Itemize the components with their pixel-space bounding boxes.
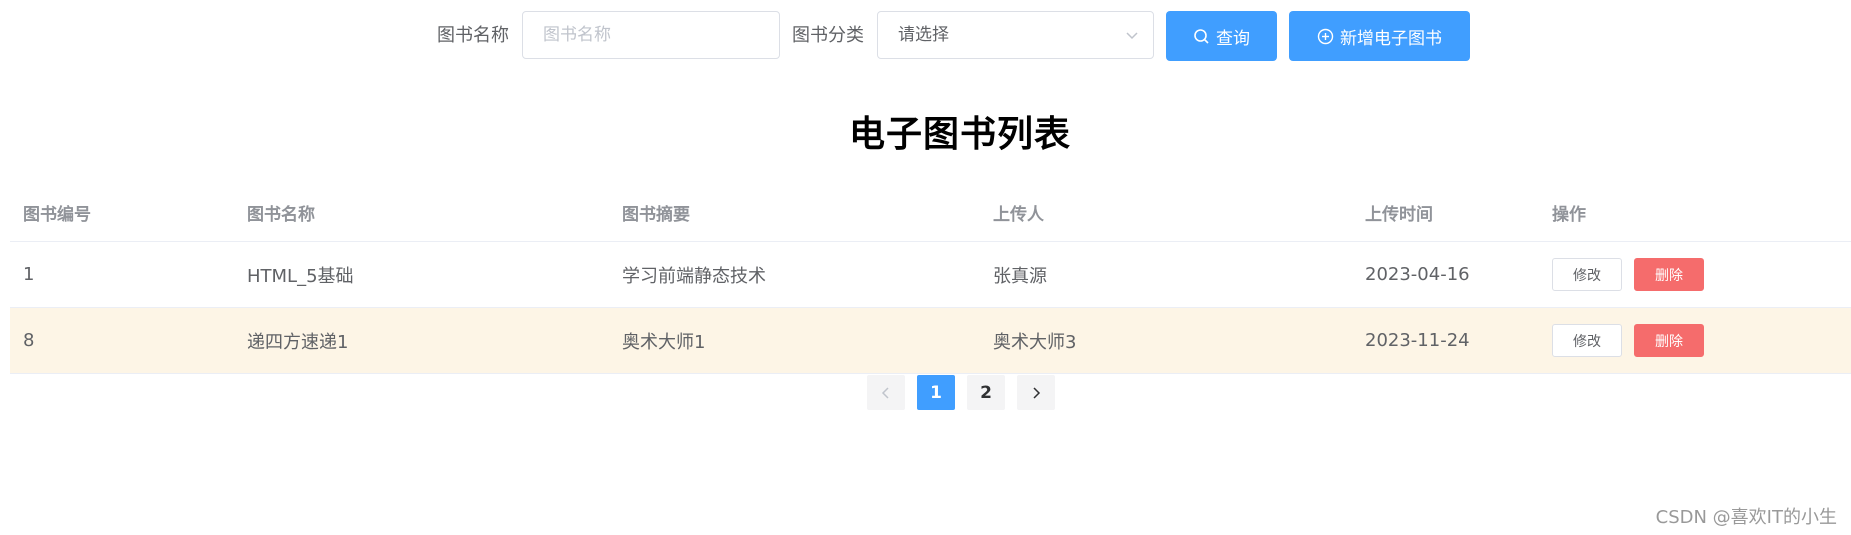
chevron-right-icon <box>1033 386 1041 399</box>
cell-summary: 学习前端静态技术 <box>622 265 766 287</box>
add-ebook-button[interactable]: 新增电子图书 <box>1289 11 1470 61</box>
category-select-value: 请选择 <box>898 25 949 45</box>
search-icon <box>1194 28 1209 44</box>
query-button[interactable]: 查询 <box>1166 11 1277 61</box>
plus-circle-icon <box>1317 28 1334 44</box>
column-header-name: 图书名称 <box>247 205 315 225</box>
ebook-table: 图书编号 图书名称 图书摘要 上传人 上传时间 操作 1 HTML_5基础 学习… <box>10 184 1851 374</box>
book-name-label: 图书名称 <box>437 25 509 46</box>
category-select[interactable]: 请选择 <box>877 11 1154 59</box>
cell-id: 1 <box>23 264 35 285</box>
watermark: CSDN @喜欢IT的小生 <box>1655 507 1837 528</box>
add-ebook-button-label: 新增电子图书 <box>1340 28 1442 49</box>
column-header-id: 图书编号 <box>23 205 91 225</box>
column-header-date: 上传时间 <box>1365 205 1433 225</box>
page-button-1[interactable]: 1 <box>917 375 955 410</box>
cell-name: HTML_5基础 <box>247 265 354 287</box>
search-bar: 图书名称 图书分类 请选择 查询 新增电子图书 <box>0 11 1851 61</box>
category-label: 图书分类 <box>792 25 864 46</box>
cell-date: 2023-04-16 <box>1365 264 1470 285</box>
chevron-left-icon <box>881 386 889 399</box>
book-name-input[interactable] <box>522 11 780 59</box>
column-header-actions: 操作 <box>1552 205 1586 225</box>
prev-page-button[interactable] <box>867 375 905 410</box>
delete-button[interactable]: 删除 <box>1634 324 1704 357</box>
column-header-uploader: 上传人 <box>993 205 1044 225</box>
table-header: 图书编号 图书名称 图书摘要 上传人 上传时间 操作 <box>10 184 1851 242</box>
column-header-summary: 图书摘要 <box>622 205 690 225</box>
cell-uploader: 张真源 <box>993 265 1047 287</box>
cell-date: 2023-11-24 <box>1365 330 1470 351</box>
edit-button[interactable]: 修改 <box>1552 258 1622 291</box>
edit-button[interactable]: 修改 <box>1552 324 1622 357</box>
cell-actions: 修改 删除 <box>1552 308 1704 373</box>
page-button-2[interactable]: 2 <box>967 375 1005 410</box>
cell-id: 8 <box>23 330 35 351</box>
page-title: 电子图书列表 <box>848 114 1071 155</box>
cell-name: 递四方速递1 <box>247 331 349 353</box>
chevron-down-icon <box>1126 32 1138 40</box>
pagination: 1 2 <box>867 375 1055 410</box>
delete-button[interactable]: 删除 <box>1634 258 1704 291</box>
query-button-label: 查询 <box>1216 28 1250 49</box>
table-row: 8 递四方速递1 奥术大师1 奥术大师3 2023-11-24 修改 删除 <box>10 308 1851 374</box>
cell-actions: 修改 删除 <box>1552 242 1704 307</box>
table-row: 1 HTML_5基础 学习前端静态技术 张真源 2023-04-16 修改 删除 <box>10 242 1851 308</box>
next-page-button[interactable] <box>1017 375 1055 410</box>
cell-uploader: 奥术大师3 <box>993 331 1077 353</box>
cell-summary: 奥术大师1 <box>622 331 706 353</box>
